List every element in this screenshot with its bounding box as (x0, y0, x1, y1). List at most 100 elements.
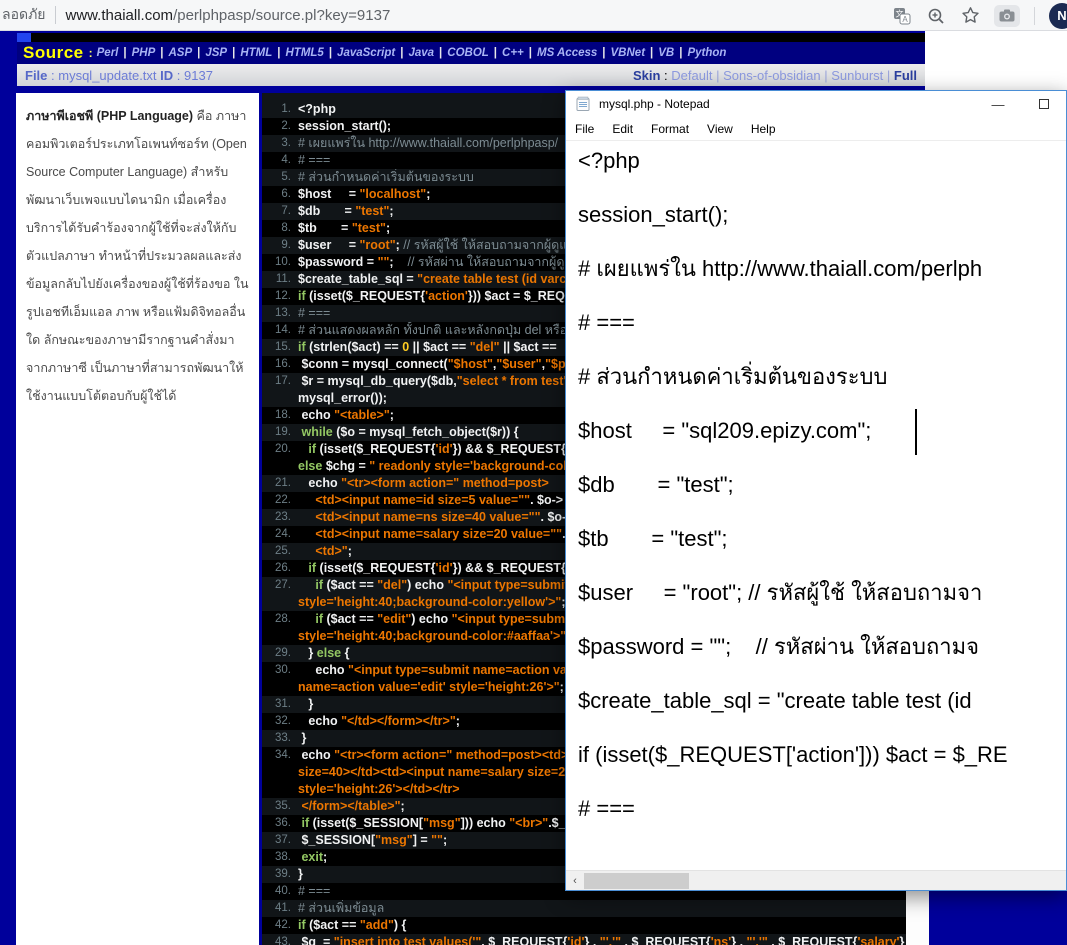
code-text: exit; (298, 849, 327, 866)
source-nav-link[interactable]: HTML5 (272, 47, 324, 59)
line-number: 25. (262, 543, 298, 560)
maximize-icon (1039, 99, 1049, 109)
code-text: $tb = "test"; (298, 220, 390, 237)
code-text: } (298, 730, 306, 747)
line-number: 11. (262, 271, 298, 288)
notepad-title: mysql.php - Notepad (599, 97, 710, 111)
code-text: style='height:40;background-color:#aaffa… (298, 628, 570, 645)
bookmark-star-icon[interactable] (960, 6, 980, 26)
code-text: } (298, 696, 313, 713)
code-line: 42.if ($act == "add") { (262, 917, 906, 934)
line-number: 4. (262, 152, 298, 169)
screen: ลอดภัย www.thaiall.com/perlphpasp/source… (0, 0, 1067, 945)
skin-link[interactable]: Default (671, 68, 712, 83)
id-label: ID (160, 68, 173, 83)
line-number: 8. (262, 220, 298, 237)
line-number (262, 594, 298, 611)
toolbar-divider (1034, 7, 1035, 25)
code-text: style='height:40;background-color:yellow… (298, 594, 565, 611)
address-bar[interactable]: ลอดภัย www.thaiall.com/perlphpasp/source… (0, 0, 390, 30)
code-text: mysql_error()); (298, 390, 387, 407)
maximize-button[interactable] (1024, 91, 1064, 117)
notepad-menu-edit[interactable]: Edit (612, 122, 633, 136)
line-number: 33. (262, 730, 298, 747)
source-nav-link[interactable]: ASP (155, 47, 192, 59)
line-number: 14. (262, 322, 298, 339)
notepad-menu-file[interactable]: File (575, 122, 594, 136)
code-text: <td>"; (298, 543, 352, 560)
code-text: else $chg = " readonly style='background… (298, 458, 583, 475)
source-nav-link[interactable]: VB (645, 47, 674, 59)
code-text: # ส่วนแสดงผลหลัก ทั้งปกติ และหลังกดปุ่ม … (298, 322, 567, 339)
source-nav-link[interactable]: MS Access (524, 47, 598, 59)
notepad-editor[interactable]: <?php session_start(); # เผยแพร่ใน http:… (566, 141, 1066, 870)
code-line: 41.# ส่วนเพิ่มข้อมูล (262, 900, 906, 917)
skin-link[interactable]: Sons-of-obsidian (712, 68, 820, 83)
line-number: 24. (262, 526, 298, 543)
line-number: 30. (262, 662, 298, 679)
minimize-button[interactable]: — (978, 91, 1018, 117)
skin-link[interactable]: Sunburst (821, 68, 884, 83)
profile-avatar[interactable]: N (1049, 3, 1067, 29)
translate-icon[interactable]: 文A (892, 6, 912, 26)
url-separator (55, 6, 56, 24)
notepad-hscrollbar[interactable]: ‹ (566, 870, 1066, 890)
code-text: } (298, 866, 303, 883)
code-text: if (isset($_SESSION["msg"])) echo "<br>"… (298, 815, 574, 832)
skin-link-full[interactable]: Full (894, 68, 917, 83)
code-text: # เผยแพร่ใน http://www.thaiall.com/perlp… (298, 135, 558, 152)
notepad-menu-format[interactable]: Format (651, 122, 689, 136)
sidebar-intro-bold: ภาษาพีเอชพี (PHP Language) (26, 109, 193, 123)
code-text: # ส่วนกำหนดค่าเริ่มต้นของระบบ (298, 169, 474, 186)
source-nav-link[interactable]: HTML (227, 47, 272, 59)
line-number: 16. (262, 356, 298, 373)
skin-links: DefaultSons-of-obsidianSunburst (671, 68, 883, 83)
line-number: 2. (262, 118, 298, 135)
line-number (262, 781, 298, 798)
scroll-left-arrow[interactable]: ‹ (566, 871, 584, 891)
source-nav-link[interactable]: JSP (192, 47, 227, 59)
line-number: 13. (262, 305, 298, 322)
source-colon: : (89, 46, 93, 60)
source-nav-bar: Source : PerlPHPASPJSPHTMLHTML5JavaScrip… (17, 42, 925, 64)
banner-band (17, 33, 925, 42)
source-nav-link[interactable]: VBNet (597, 47, 645, 59)
source-nav-link[interactable]: Python (674, 47, 726, 59)
code-text: $_SESSION["msg"] = ""; (298, 832, 447, 849)
camera-extension-icon[interactable] (994, 5, 1020, 27)
code-text: echo "<input type=submit name=action val… (298, 662, 578, 679)
source-nav-link[interactable]: C++ (489, 47, 524, 59)
notepad-menu-view[interactable]: View (707, 122, 733, 136)
code-text: name=action value='edit' style='height:2… (298, 679, 564, 696)
source-nav-link[interactable]: COBOL (434, 47, 489, 59)
code-text: echo "</td></form></tr>"; (298, 713, 460, 730)
svg-text:A: A (902, 15, 908, 24)
source-nav-link[interactable]: PHP (118, 47, 155, 59)
code-text: # === (298, 152, 330, 169)
code-line: 43. $q = "insert into test values('". $_… (262, 934, 906, 945)
line-number: 22. (262, 492, 298, 509)
source-nav-link[interactable]: Java (395, 47, 434, 59)
scroll-thumb[interactable] (584, 873, 689, 889)
code-text: if (isset($_REQUEST{'id'}) && $_REQUEST{… (298, 441, 580, 458)
file-id-value: 9137 (184, 68, 213, 83)
line-number: 29. (262, 645, 298, 662)
zoom-in-icon[interactable] (926, 6, 946, 26)
skin-label: Skin (633, 68, 660, 83)
line-number: 41. (262, 900, 298, 917)
line-number: 12. (262, 288, 298, 305)
code-text: session_start(); (298, 118, 391, 135)
code-text: $db = "test"; (298, 203, 394, 220)
url-host: www.thaiall.com (66, 7, 174, 24)
source-nav-link[interactable]: Perl (97, 47, 119, 59)
code-text: $conn = mysql_connect("$host","$user","$… (298, 356, 586, 373)
notepad-menu-help[interactable]: Help (751, 122, 776, 136)
code-text: # === (298, 305, 330, 322)
code-text: <td><input name=salary size=20 value="". (298, 526, 566, 543)
line-number: 19. (262, 424, 298, 441)
source-nav-link[interactable]: JavaScript (324, 47, 395, 59)
line-number: 31. (262, 696, 298, 713)
notepad-titlebar[interactable]: mysql.php - Notepad — (566, 91, 1066, 117)
browser-toolbar: ลอดภัย www.thaiall.com/perlphpasp/source… (0, 0, 1067, 31)
url-path: /perlphpasp/source.pl?key=9137 (173, 7, 390, 24)
